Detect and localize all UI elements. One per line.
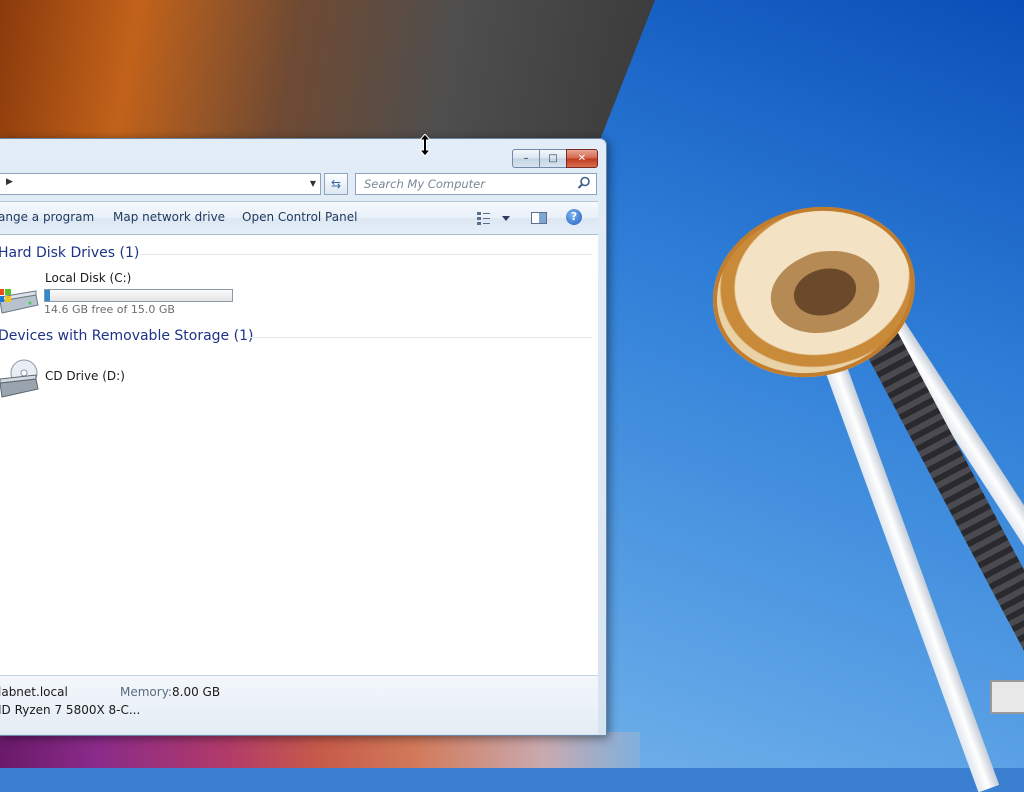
group-divider: [140, 254, 592, 255]
group-divider: [244, 337, 592, 338]
map-network-drive-button[interactable]: Map network drive: [113, 210, 225, 224]
processor-info: ID Ryzen 7 5800X 8-C...: [0, 703, 141, 717]
group-header-removable[interactable]: Devices with Removable Storage (1): [0, 328, 253, 344]
capacity-bar-fill: [45, 290, 51, 301]
wallpaper-needle-ring: [990, 680, 1024, 714]
capacity-bar-c: [44, 289, 233, 302]
resize-cursor-icon: [419, 134, 431, 156]
preview-pane-icon[interactable]: [530, 210, 548, 226]
memory-label: Memory:: [120, 685, 172, 699]
address-dropdown-icon[interactable]: ▼: [306, 174, 320, 194]
close-button[interactable]: ✕: [566, 149, 598, 168]
computer-domain: labnet.local: [0, 685, 68, 699]
explorer-window[interactable]: – □ ✕ ▶ ▼ ⇆ Search My Computer ange a pr…: [0, 138, 607, 736]
drive-name-d[interactable]: CD Drive (D:): [45, 369, 125, 383]
uninstall-program-button[interactable]: ange a program: [0, 210, 94, 224]
refresh-button[interactable]: ⇆: [324, 173, 348, 195]
title-bar[interactable]: – □ ✕: [0, 139, 606, 171]
breadcrumb-arrow-icon[interactable]: ▶: [6, 177, 13, 187]
details-pane: labnet.local Memory: 8.00 GB ID Ryzen 7 …: [0, 676, 598, 734]
search-placeholder: Search My Computer: [364, 177, 485, 191]
refresh-icon: ⇆: [330, 177, 342, 191]
views-icon[interactable]: [476, 210, 512, 226]
hard-drive-icon[interactable]: [0, 281, 40, 317]
caption-buttons: – □ ✕: [512, 149, 598, 168]
drive-name-c[interactable]: Local Disk (C:): [45, 271, 131, 285]
memory-value: 8.00 GB: [172, 685, 221, 699]
search-icon[interactable]: [576, 175, 592, 191]
wallpaper-bottom-strip: [0, 732, 640, 768]
command-bar: ange a program Map network drive Open Co…: [0, 201, 598, 235]
group-header-hard-disk[interactable]: Hard Disk Drives (1): [0, 245, 139, 261]
search-input[interactable]: Search My Computer: [355, 173, 597, 195]
content-pane[interactable]: Hard Disk Drives (1) Local Disk (C:) 14.…: [0, 235, 598, 676]
drive-free-space-c: 14.6 GB free of 15.0 GB: [44, 303, 175, 316]
open-control-panel-button[interactable]: Open Control Panel: [242, 210, 357, 224]
address-bar[interactable]: ▶ ▼: [0, 173, 321, 195]
help-icon[interactable]: ?: [566, 209, 582, 225]
minimize-button[interactable]: –: [512, 149, 540, 168]
cd-drive-icon[interactable]: [0, 357, 40, 401]
maximize-button[interactable]: □: [539, 149, 567, 168]
